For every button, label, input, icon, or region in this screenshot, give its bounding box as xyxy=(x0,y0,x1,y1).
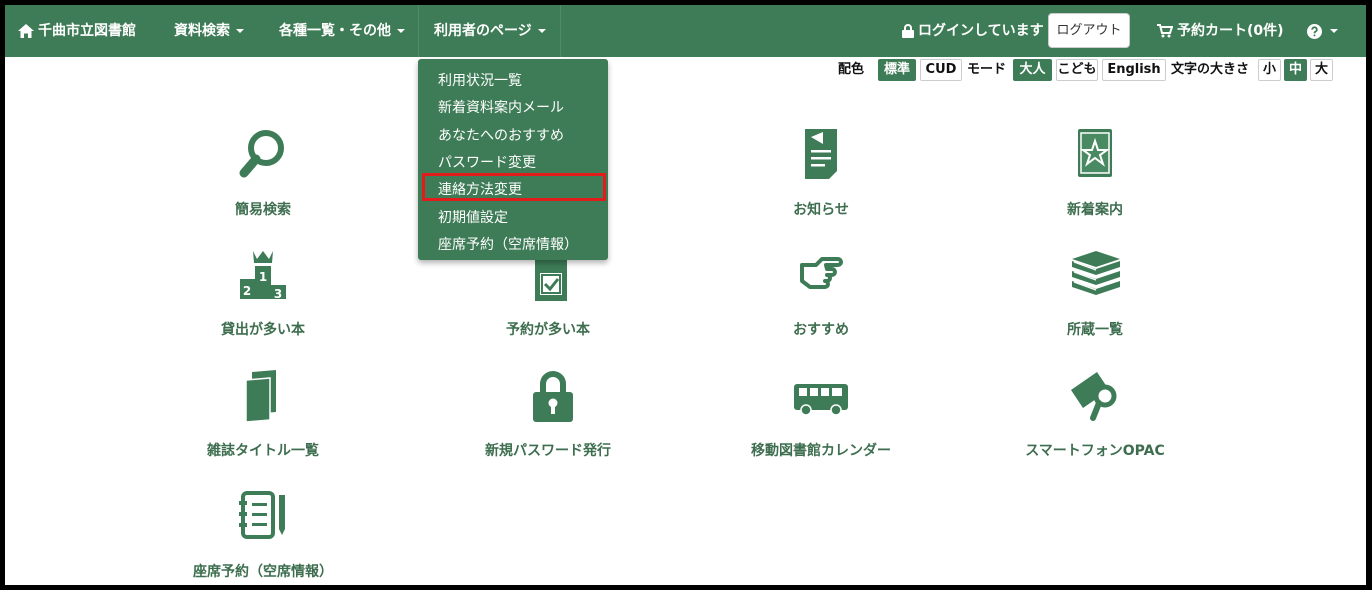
svg-text:1: 1 xyxy=(259,270,267,284)
user-page-dropdown: 利用状況一覧 新着資料案内メール あなたへのおすすめ パスワード変更 連絡方法変… xyxy=(418,59,608,260)
dropdown-item-password-change[interactable]: パスワード変更 xyxy=(438,151,536,175)
svg-text:2: 2 xyxy=(243,284,251,298)
tile-simple-search[interactable]: 簡易検索 xyxy=(163,129,363,219)
cart-icon xyxy=(1157,24,1173,38)
tile-holdings-list[interactable]: 所蔵一覧 xyxy=(995,249,1195,339)
tile-new-password[interactable]: 新規パスワード発行 xyxy=(448,370,648,460)
tile-label: スマートフォンOPAC xyxy=(1025,443,1165,459)
padlock-icon xyxy=(533,371,573,422)
tile-notices[interactable]: お知らせ xyxy=(721,129,921,219)
notebook-pen-icon xyxy=(239,491,285,539)
font-size-label: 文字の大きさ xyxy=(1171,62,1250,77)
dropdown-item-default-settings[interactable]: 初期値設定 xyxy=(438,206,508,230)
svg-text:3: 3 xyxy=(274,287,282,301)
tile-label: 予約が多い本 xyxy=(506,322,590,338)
tile-label: 座席予約（空席情報） xyxy=(193,564,333,580)
color-scheme-label: 配色 xyxy=(838,62,865,77)
mode-adult-button[interactable]: 大人 xyxy=(1013,59,1052,81)
menu-user-page[interactable]: 利用者のページ xyxy=(418,5,561,57)
star-book-icon xyxy=(1078,129,1112,177)
dropdown-item-contact-method-change[interactable]: 連絡方法変更 xyxy=(438,178,522,202)
tile-new-arrivals[interactable]: 新着案内 xyxy=(995,129,1195,219)
tile-label: 新着案内 xyxy=(1067,202,1123,218)
magazine-icon xyxy=(245,370,276,422)
tile-label: 所蔵一覧 xyxy=(1067,322,1123,338)
lock-icon xyxy=(902,24,914,38)
tile-smartphone-opac[interactable]: スマートフォンOPAC xyxy=(995,370,1195,460)
dropdown-item-new-arrival-mail[interactable]: 新着資料案内メール xyxy=(438,96,564,120)
question-circle-icon xyxy=(1307,23,1322,39)
font-size-small-button[interactable]: 小 xyxy=(1258,59,1281,81)
reservation-cart-link[interactable]: 予約カート(0件) xyxy=(1157,5,1284,57)
page-frame: 千曲市立図書館 資料検索 各種一覧・その他 利用者のページ ログインしています … xyxy=(5,5,1366,585)
dropdown-item-seat-reservation[interactable]: 座席予約（空席情報） xyxy=(438,233,578,257)
tile-label: おすすめ xyxy=(793,322,849,338)
mode-label: モード xyxy=(967,62,1007,77)
pointing-hand-icon xyxy=(800,257,843,289)
login-status-label: ログインしています xyxy=(918,23,1044,39)
menu-lists-other-label: 各種一覧・その他 xyxy=(279,23,391,39)
ranking-podium-icon: 12 3 xyxy=(240,251,286,301)
tile-magazine-titles[interactable]: 雑誌タイトル一覧 xyxy=(163,370,363,460)
chevron-down-icon xyxy=(1330,29,1338,33)
help-menu[interactable] xyxy=(1307,5,1338,57)
chevron-down-icon xyxy=(236,29,244,33)
top-navbar: 千曲市立図書館 資料検索 各種一覧・その他 利用者のページ ログインしています … xyxy=(5,5,1366,57)
tile-most-borrowed[interactable]: 12 3 貸出が多い本 xyxy=(163,249,363,339)
tile-label: お知らせ xyxy=(793,202,849,218)
tile-recommended[interactable]: おすすめ xyxy=(721,249,921,339)
color-standard-button[interactable]: 標準 xyxy=(878,59,916,81)
menu-material-search[interactable]: 資料検索 xyxy=(174,5,244,57)
tile-label: 移動図書館カレンダー xyxy=(751,443,891,459)
chevron-down-icon xyxy=(537,29,546,33)
smartphone-search-icon xyxy=(1071,372,1117,421)
home-icon xyxy=(18,24,34,38)
notice-document-icon xyxy=(805,129,837,179)
tile-seat-reservation[interactable]: 座席予約（空席情報） xyxy=(163,491,363,581)
magnifier-icon xyxy=(239,130,284,178)
menu-material-search-label: 資料検索 xyxy=(174,23,230,39)
tile-label: 雑誌タイトル一覧 xyxy=(207,443,319,459)
display-options-bar: 配色 標準 CUD モード 大人 こども English 文字の大きさ 小 中 … xyxy=(5,59,1366,81)
dropdown-item-usage-status[interactable]: 利用状況一覧 xyxy=(438,69,522,93)
tile-mobile-library-calendar[interactable]: 移動図書館カレンダー xyxy=(721,370,921,460)
bus-icon xyxy=(794,384,848,416)
font-size-large-button[interactable]: 大 xyxy=(1310,59,1333,81)
chevron-down-icon xyxy=(397,29,405,33)
mode-kids-button[interactable]: こども xyxy=(1056,59,1098,81)
tile-label: 貸出が多い本 xyxy=(221,322,305,338)
tile-most-reserved[interactable]: 予約が多い本 xyxy=(448,249,648,339)
tile-label: 簡易検索 xyxy=(235,202,291,218)
font-size-medium-button[interactable]: 中 xyxy=(1284,59,1307,81)
tile-label: 新規パスワード発行 xyxy=(485,443,611,459)
menu-user-page-label: 利用者のページ xyxy=(434,23,532,39)
dropdown-item-recommendations[interactable]: あなたへのおすすめ xyxy=(438,124,564,148)
book-stack-icon xyxy=(1072,251,1120,295)
cart-label: 予約カート(0件) xyxy=(1177,23,1284,39)
logout-button[interactable]: ログアウト xyxy=(1048,13,1130,48)
mode-english-button[interactable]: English xyxy=(1102,59,1166,81)
home-link[interactable]: 千曲市立図書館 xyxy=(18,5,136,57)
login-status: ログインしています xyxy=(902,5,1044,57)
color-cud-button[interactable]: CUD xyxy=(920,59,962,81)
home-label: 千曲市立図書館 xyxy=(38,23,136,39)
menu-lists-other[interactable]: 各種一覧・その他 xyxy=(279,5,405,57)
